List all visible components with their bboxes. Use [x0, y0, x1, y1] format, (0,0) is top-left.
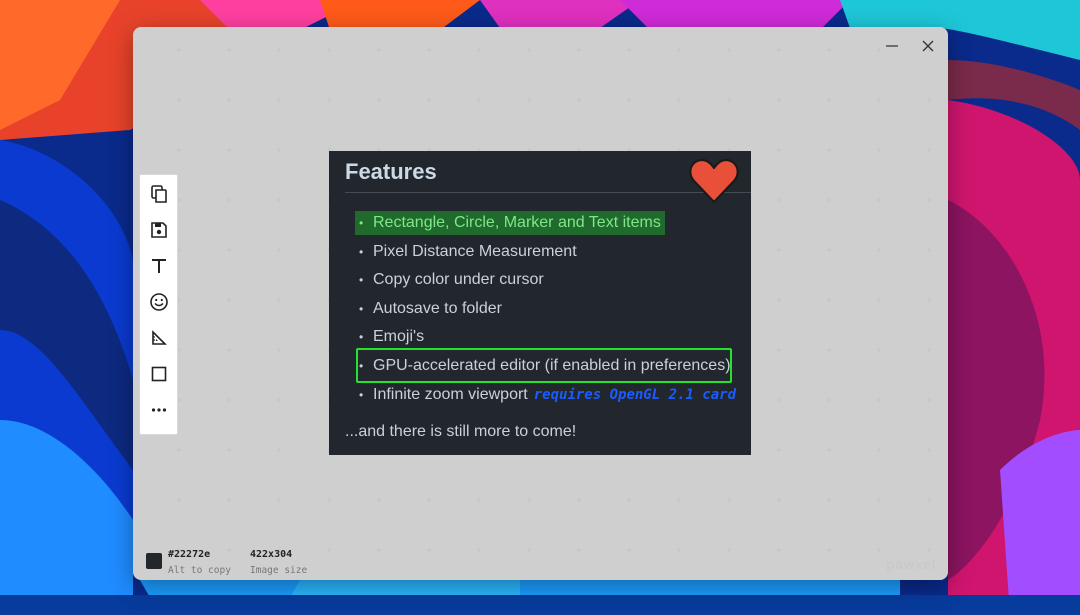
- copy-tool-button[interactable]: [144, 179, 174, 209]
- list-item: • Autosave to folder: [359, 299, 502, 317]
- list-item: • Infinite zoom viewport requires OpenGL 2…: [359, 385, 737, 403]
- heart-emoji-icon[interactable]: [688, 157, 740, 205]
- color-swatch[interactable]: [146, 553, 162, 569]
- save-tool-button[interactable]: [144, 215, 174, 245]
- more-tools-button[interactable]: [144, 395, 174, 425]
- more-icon: [151, 408, 166, 412]
- highlight-marker: • Rectangle, Circle, Marker and Text item…: [355, 211, 665, 235]
- minimize-button[interactable]: [881, 37, 903, 55]
- rectangle-tool-button[interactable]: [144, 359, 174, 389]
- image-size-value: 422x304: [250, 549, 293, 560]
- save-icon: [150, 222, 167, 238]
- color-value[interactable]: #22272e: [168, 549, 210, 560]
- list-item: • Copy color under cursor: [359, 271, 544, 289]
- measure-tool-button[interactable]: [144, 323, 174, 353]
- rectangle-annotation[interactable]: [356, 348, 732, 383]
- minimize-icon: [886, 45, 898, 47]
- annotated-image[interactable]: Features • Rectangle, Circle, Marker and …: [329, 151, 751, 455]
- tool-palette: [139, 174, 178, 435]
- image-title: Features: [345, 159, 437, 184]
- image-footer-text: ...and there is still more to come!: [345, 423, 577, 440]
- color-hint: Alt to copy: [168, 565, 231, 576]
- image-size-hint: Image size: [250, 565, 308, 576]
- list-item: • Rectangle, Circle, Marker and Text item…: [355, 209, 736, 238]
- text-annotation[interactable]: requires OpenGL 2.1 card: [534, 387, 736, 403]
- emoji-icon: [149, 293, 168, 311]
- close-button[interactable]: [917, 37, 939, 55]
- brand-logo: pawxel: [886, 556, 936, 572]
- copy-icon: [150, 185, 167, 203]
- app-window: Features • Rectangle, Circle, Marker and …: [133, 27, 948, 580]
- text-tool-button[interactable]: [144, 251, 174, 281]
- list-item: • Pixel Distance Measurement: [359, 242, 577, 260]
- close-icon: [922, 40, 934, 52]
- rectangle-icon: [151, 366, 166, 382]
- text-icon: [151, 259, 166, 273]
- measure-icon: [151, 330, 167, 345]
- emoji-tool-button[interactable]: [144, 287, 174, 317]
